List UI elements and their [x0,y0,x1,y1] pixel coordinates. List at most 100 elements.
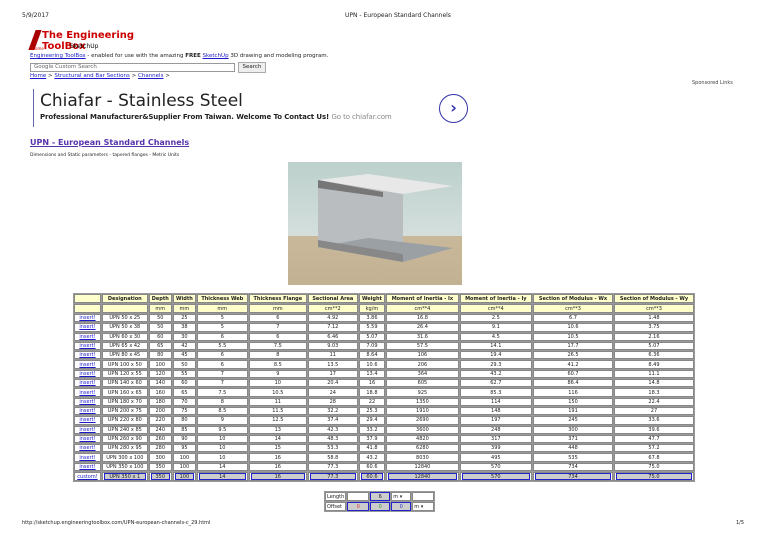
table-cell: 32.2 [307,406,358,416]
search-button[interactable]: Search [238,62,266,73]
table-cell: 24 [307,388,358,397]
table-cell: 18.3 [613,388,694,397]
custom-input[interactable]: 75.0 [615,473,692,481]
ad-link[interactable]: Go to chiafar.com [331,113,391,121]
table-cell: 4.5 [459,332,533,341]
insert-link[interactable]: insert! [74,453,101,462]
table-cell: 13 [248,425,307,434]
insert-link[interactable]: insert! [74,351,101,360]
table-cell: 15 [248,444,307,453]
print-url: http://sketchup.engineeringtoolbox.com/U… [22,520,211,526]
table-cell: 8.64 [358,351,386,360]
custom-cell: 16 [248,472,307,482]
intro-part: 3D drawing and modeling program. [228,53,329,59]
table-cell: 65 [148,341,172,351]
engineering-toolbox-link[interactable]: Engineering ToolBox [30,53,86,59]
breadcrumb-home[interactable]: Home [30,73,46,79]
table-row: insert! UPN 80 x 45 80 45 6 8 11 8.64 106 19.4 26.… [74,351,694,360]
breadcrumb-structural[interactable]: Structural and Bar Sections [54,73,130,79]
insert-link[interactable]: insert! [74,369,101,379]
custom-input[interactable]: 100 [174,473,194,481]
custom-input[interactable]: UPN 350 x 1 [104,473,146,481]
offset-z-input[interactable]: 0 [391,502,412,511]
custom-input[interactable]: 570 [461,473,531,481]
table-cell: 8 [196,397,248,406]
table-cell: 62.7 [459,379,533,388]
custom-input[interactable]: 16 [250,473,305,481]
table-cell: 50 [148,323,172,332]
table-row: insert! UPN 140 x 60 140 60 7 10 20.4 16 605 62.7… [74,379,694,388]
insert-link[interactable]: insert! [74,314,101,323]
chevron-right-icon[interactable]: › [439,94,468,123]
custom-input[interactable]: 734 [535,473,611,481]
insert-link[interactable]: insert! [74,406,101,416]
custom-input[interactable]: 60.6 [360,473,384,481]
breadcrumb-channels[interactable]: Channels [138,73,163,79]
table-cell: 33.6 [613,416,694,425]
table-cell: 2.5 [459,314,533,323]
table-cell: 114 [459,397,533,406]
custom-cell: 14 [196,472,248,482]
insert-link[interactable]: insert! [74,434,101,444]
table-cell: 6 [248,314,307,323]
length-unit-select[interactable]: m ▾ [391,492,412,501]
table-cell: 248 [459,425,533,434]
table-cell: 570 [459,462,533,472]
offset-x-input[interactable]: 0 [347,502,370,511]
length-input[interactable]: 6 [370,492,391,501]
table-cell: UPN 65 x 42 [102,341,148,351]
insert-link[interactable]: insert! [74,425,101,434]
insert-link[interactable]: insert! [74,462,101,472]
site-logo[interactable]: The Engineering ToolBox SketchUp Home [28,30,160,54]
table-row: insert! UPN 280 x 95 280 95 10 15 53.3 41.8 6280… [74,444,694,453]
table-cell: 16 [248,462,307,472]
table-cell: 116 [533,388,613,397]
insert-link[interactable]: insert! [74,388,101,397]
insert-link[interactable]: insert! [74,379,101,388]
table-cell: 17.7 [533,341,613,351]
table-cell: 16 [248,453,307,462]
print-page-number: 1/5 [736,520,745,526]
custom-link[interactable]: custom! [74,472,101,482]
table-cell: 53.3 [307,444,358,453]
custom-input[interactable]: 350 [150,473,170,481]
table-cell: 240 [148,425,172,434]
table-cell: 58.8 [307,453,358,462]
ad-title[interactable]: Chiafar - Stainless Steel [40,91,243,111]
table-cell: 140 [148,379,172,388]
table-cell: 60.7 [533,369,613,379]
insert-link[interactable]: insert! [74,360,101,369]
search-input[interactable]: Google Custom Search [30,63,235,72]
custom-input[interactable]: 77.3 [309,473,356,481]
insert-link[interactable]: insert! [74,416,101,425]
table-cell: 191 [533,406,613,416]
table-cell: 3.86 [358,314,386,323]
table-cell: 160 [148,388,172,397]
offset-y-input[interactable]: 0 [370,502,391,511]
unit-cell: cm**4 [459,304,533,313]
table-cell: 448 [533,444,613,453]
insert-link[interactable]: insert! [74,332,101,341]
ad-text: Professional Manufacturer&Supplier From … [40,113,392,121]
custom-input[interactable]: 14 [198,473,246,481]
page-title[interactable]: UPN - European Standard Channels [30,138,189,147]
table-cell: 60.6 [358,462,386,472]
offset-unit-select[interactable]: m ▾ [412,502,435,511]
custom-cell: 100 [172,472,196,482]
insert-link[interactable]: insert! [74,397,101,406]
table-cell: 7.5 [248,341,307,351]
table-cell: 8.5 [248,360,307,369]
insert-link[interactable]: insert! [74,323,101,332]
table-cell: 925 [386,388,459,397]
sketchup-link[interactable]: SketchUp [203,53,229,59]
table-cell: 7 [196,379,248,388]
column-header: Thickness Flange [248,294,307,303]
insert-link[interactable]: insert! [74,444,101,453]
table-cell: 106 [386,351,459,360]
table-cell: 9.03 [307,341,358,351]
table-cell: 27 [613,406,694,416]
table-row: insert! UPN 260 x 90 260 90 10 14 48.3 37.9 4820… [74,434,694,444]
table-cell: 80 [148,351,172,360]
insert-link[interactable]: insert! [74,341,101,351]
custom-input[interactable]: 12840 [388,473,457,481]
